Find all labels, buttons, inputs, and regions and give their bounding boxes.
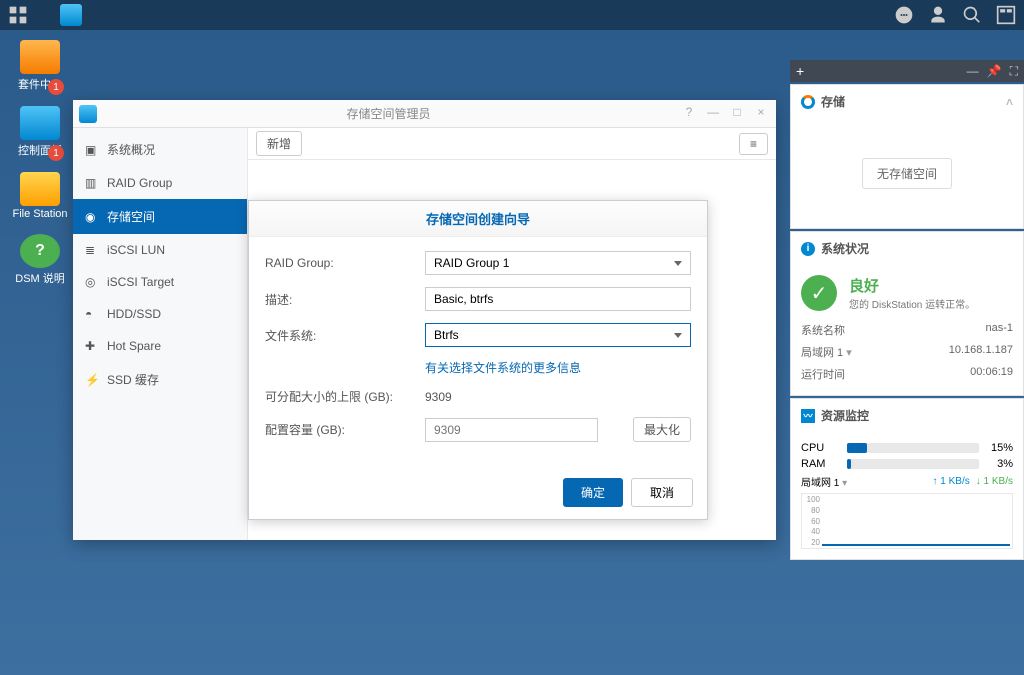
minimize-icon[interactable]: — — [704, 105, 722, 123]
desc-label: 描述: — [265, 291, 425, 308]
raid-group-select[interactable]: RAID Group 1 — [425, 251, 691, 275]
sidebar-item-iscsi-target[interactable]: ◎iSCSI Target — [73, 266, 247, 298]
fs-label: 文件系统: — [265, 327, 425, 344]
widget-panel-header: + — 📌 ⛶ — [790, 60, 1024, 82]
sidebar-item-hotspare[interactable]: ✚Hot Spare — [73, 330, 247, 362]
fs-info-link[interactable]: 有关选择文件系统的更多信息 — [425, 359, 581, 376]
desktop-icons: 1 套件中心 1 控制面板 File Station ? DSM 说明 — [10, 40, 70, 286]
no-storage-label: 无存储空间 — [862, 158, 952, 189]
info-icon: i — [801, 242, 815, 256]
taskbar — [0, 0, 1024, 30]
size-label: 配置容量 (GB): — [265, 421, 425, 438]
chevron-down-icon — [674, 333, 682, 338]
hdd-icon: ◓ — [85, 307, 99, 321]
alloc-label: 可分配大小的上限 (GB): — [265, 388, 425, 405]
check-icon: ✓ — [801, 275, 837, 311]
ssd-icon: ⚡ — [85, 373, 99, 387]
ram-bar — [847, 459, 979, 469]
content-area: 新增 ≡ 存储空间创建向导 RAID Group: RAID Group 1 描… — [248, 128, 776, 540]
raid-group-label: RAID Group: — [265, 256, 425, 270]
sidebar-item-volume[interactable]: ◉存储空间 — [73, 199, 247, 234]
status-good: 良好 — [849, 275, 975, 296]
ok-button[interactable]: 确定 — [563, 478, 623, 507]
window-title: 存储空间管理员 — [97, 105, 680, 122]
sidebar-item-overview[interactable]: ▣系统概况 — [73, 132, 247, 167]
sidebar-item-hdd[interactable]: ◓HDD/SSD — [73, 298, 247, 330]
wizard-title: 存储空间创建向导 — [249, 201, 707, 237]
apps-icon[interactable] — [8, 5, 28, 25]
user-icon[interactable] — [928, 5, 948, 25]
badge: 1 — [48, 145, 64, 161]
sidebar: ▣系统概况 ▥RAID Group ◉存储空间 ≣iSCSI LUN ◎iSCS… — [73, 128, 248, 540]
help-icon[interactable]: ? — [680, 105, 698, 123]
monitor-icon: 〰 — [801, 409, 815, 423]
max-button[interactable]: 最大化 — [633, 417, 691, 442]
search-icon[interactable] — [962, 5, 982, 25]
storage-manager-task-icon[interactable] — [60, 4, 82, 26]
window-app-icon — [79, 105, 97, 123]
dsm-help-icon[interactable]: ? DSM 说明 — [10, 234, 70, 286]
add-widget-button[interactable]: + — [796, 63, 804, 79]
storage-manager-window: 存储空间管理员 ? — □ × ▣系统概况 ▥RAID Group ◉存储空间 … — [73, 100, 776, 540]
badge: 1 — [48, 79, 64, 95]
icon-label: File Station — [12, 208, 67, 220]
chat-icon[interactable] — [894, 5, 914, 25]
sidebar-item-ssdcache[interactable]: ⚡SSD 缓存 — [73, 362, 247, 397]
network-chart: 10080604020 — [801, 493, 1013, 549]
monitor-icon: ▣ — [85, 143, 99, 157]
sidebar-item-iscsi-lun[interactable]: ≣iSCSI LUN — [73, 234, 247, 266]
chevron-up-icon[interactable]: ˄ — [1006, 95, 1013, 109]
widget-panel: + — 📌 ⛶ 存储˄ 无存储空间 i系统状况 ✓ 良好 您的 DiskStat… — [790, 60, 1024, 560]
close-icon[interactable]: × — [752, 105, 770, 123]
volume-create-wizard: 存储空间创建向导 RAID Group: RAID Group 1 描述: Ba… — [248, 200, 708, 520]
sidebar-item-raid[interactable]: ▥RAID Group — [73, 167, 247, 199]
widgets-icon[interactable] — [996, 5, 1016, 25]
volume-icon: ◉ — [85, 210, 99, 224]
lun-icon: ≣ — [85, 243, 99, 257]
fs-select[interactable]: Btrfs — [425, 323, 691, 347]
toolbar: 新增 ≡ — [248, 128, 776, 160]
pin-panel-icon[interactable]: 📌 — [987, 64, 1002, 79]
cpu-bar — [847, 443, 979, 453]
list-toggle-button[interactable]: ≡ — [739, 133, 768, 155]
icon-label: DSM 说明 — [15, 270, 65, 286]
hotspare-icon: ✚ — [85, 339, 99, 353]
minimize-panel-icon[interactable]: — — [967, 64, 979, 79]
resource-monitor-widget: 〰资源监控 CPU 15% RAM 3% 局域网 1 ▾ ↑ 1 KB/s ↓ … — [790, 398, 1024, 560]
new-button[interactable]: 新增 — [256, 131, 302, 156]
storage-icon — [801, 95, 815, 109]
desc-input[interactable]: Basic, btrfs — [425, 287, 691, 311]
expand-panel-icon[interactable]: ⛶ — [1010, 64, 1018, 79]
control-panel-icon[interactable]: 1 控制面板 — [10, 106, 70, 158]
target-icon: ◎ — [85, 275, 99, 289]
package-center-icon[interactable]: 1 套件中心 — [10, 40, 70, 92]
status-desc: 您的 DiskStation 运转正常。 — [849, 296, 975, 311]
chevron-down-icon — [674, 261, 682, 266]
maximize-icon[interactable]: □ — [728, 105, 746, 123]
raid-icon: ▥ — [85, 176, 99, 190]
storage-widget: 存储˄ 无存储空间 — [790, 84, 1024, 229]
system-status-widget: i系统状况 ✓ 良好 您的 DiskStation 运转正常。 系统名称nas-… — [790, 231, 1024, 396]
cancel-button[interactable]: 取消 — [631, 478, 693, 507]
file-station-icon[interactable]: File Station — [10, 172, 70, 220]
alloc-value: 9309 — [425, 390, 452, 404]
window-titlebar[interactable]: 存储空间管理员 ? — □ × — [73, 100, 776, 128]
size-input[interactable] — [425, 418, 598, 442]
